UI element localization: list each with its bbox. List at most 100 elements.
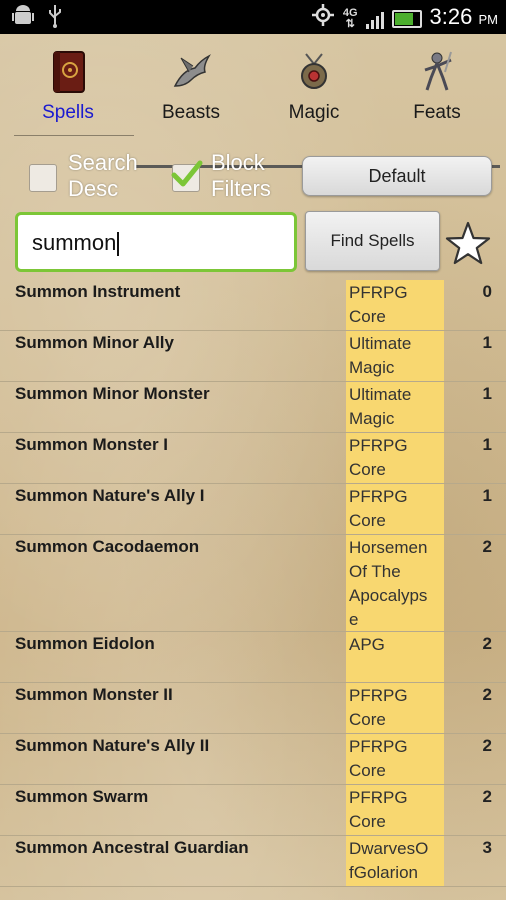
star-icon[interactable] bbox=[444, 220, 492, 268]
spell-source-line: Core bbox=[349, 460, 386, 479]
spellbook-icon bbox=[48, 50, 88, 94]
spell-source-line: Apocalyps bbox=[349, 586, 428, 605]
gps-icon bbox=[311, 3, 335, 34]
spell-level: 2 bbox=[482, 736, 492, 755]
spell-level: 1 bbox=[482, 333, 492, 352]
tab-beasts-label: Beasts bbox=[161, 102, 221, 123]
block-filters-label-line2: Filters bbox=[211, 176, 271, 201]
spell-source: DwarvesO fGolarion bbox=[346, 836, 444, 886]
spell-row[interactable]: Summon Cacodaemon Horsemen Of The Apocalyp… bbox=[0, 535, 506, 632]
spell-row[interactable]: Summon Nature's Ally II PFRPG Core 2 bbox=[0, 734, 506, 785]
search-input[interactable]: summon bbox=[15, 212, 297, 272]
tab-feats-label: Feats bbox=[413, 102, 461, 123]
spell-row[interactable]: Summon Swarm PFRPG Core 2 bbox=[0, 785, 506, 836]
spell-name: Summon Minor Monster bbox=[15, 384, 210, 403]
category-tabs: Spells Beasts Magic Feats bbox=[0, 36, 506, 168]
spell-source: APG bbox=[346, 632, 444, 682]
status-bar: 4G ⇅ 3:26 PM bbox=[0, 0, 506, 34]
network-type-label: 4G bbox=[342, 6, 358, 19]
spell-source-line: Core bbox=[349, 761, 386, 780]
spell-source: Ultimate Magic bbox=[346, 331, 444, 381]
spell-row[interactable]: Summon Monster II PFRPG Core 2 bbox=[0, 683, 506, 734]
spell-source: PFRPG Core bbox=[346, 734, 444, 784]
spell-level: 1 bbox=[482, 486, 492, 505]
spell-row[interactable]: Summon Nature's Ally I PFRPG Core 1 bbox=[0, 484, 506, 535]
spell-name: Summon Eidolon bbox=[15, 634, 155, 653]
spell-source: PFRPG Core bbox=[346, 280, 444, 330]
android-debug-icon bbox=[12, 4, 34, 35]
spell-source: PFRPG Core bbox=[346, 683, 444, 733]
tab-feats[interactable]: Feats bbox=[377, 36, 497, 132]
amulet-icon bbox=[294, 50, 334, 94]
spell-level: 2 bbox=[482, 787, 492, 806]
search-input-value: summon bbox=[32, 230, 120, 257]
block-filters-label-line1: Block bbox=[211, 150, 265, 175]
spell-source: Ultimate Magic bbox=[346, 382, 444, 432]
spell-source-line: Ultimate bbox=[349, 385, 412, 404]
spell-level: 0 bbox=[482, 282, 492, 301]
usb-icon bbox=[48, 4, 62, 35]
spell-source: Horsemen Of The Apocalyps e bbox=[346, 535, 444, 631]
spell-source-line: fGolarion bbox=[349, 863, 418, 882]
text-caret bbox=[117, 232, 120, 257]
spell-row[interactable]: Summon Ancestral Guardian DwarvesO fGolari… bbox=[0, 836, 506, 887]
spell-level: 1 bbox=[482, 384, 492, 403]
spell-level: 2 bbox=[482, 634, 492, 653]
spell-name: Summon Instrument bbox=[15, 282, 181, 301]
data-arrows-icon: ⇅ bbox=[345, 17, 355, 30]
clock: 3:26 PM bbox=[430, 2, 498, 35]
spell-source-line: Ultimate bbox=[349, 334, 412, 353]
signal-strength-icon bbox=[365, 9, 384, 29]
spell-source-line: Core bbox=[349, 307, 386, 326]
tab-magic[interactable]: Magic bbox=[254, 36, 374, 132]
spell-level: 2 bbox=[482, 685, 492, 704]
spell-source-line: e bbox=[349, 610, 359, 629]
spell-source-line: Core bbox=[349, 710, 386, 729]
spell-source: PFRPG Core bbox=[346, 484, 444, 534]
spell-source-line: PFRPG bbox=[349, 283, 408, 302]
spell-source-line: DwarvesO bbox=[349, 839, 429, 858]
spell-name: Summon Monster I bbox=[15, 435, 169, 454]
spell-row[interactable]: Summon Minor Monster Ultimate Magic 1 bbox=[0, 382, 506, 433]
search-desc-label-line1: Search bbox=[68, 150, 138, 175]
spell-name: Summon Ancestral Guardian bbox=[15, 838, 249, 857]
spell-results-list: Summon Instrument PFRPG Core 0 Summon Minor … bbox=[0, 280, 506, 887]
find-spells-button[interactable]: Find Spells bbox=[305, 211, 440, 271]
spell-source: PFRPG Core bbox=[346, 433, 444, 483]
spell-name: Summon Nature's Ally II bbox=[15, 736, 210, 755]
tab-magic-label: Magic bbox=[288, 102, 340, 123]
tab-beasts[interactable]: Beasts bbox=[131, 36, 251, 132]
spell-source-line: Core bbox=[349, 812, 386, 831]
search-desc-checkbox[interactable] bbox=[29, 164, 57, 192]
tab-spells[interactable]: Spells bbox=[8, 36, 128, 132]
spell-source-line: APG bbox=[349, 635, 385, 654]
spell-source: PFRPG Core bbox=[346, 785, 444, 835]
spell-source-line: Magic bbox=[349, 358, 395, 377]
spell-row[interactable]: Summon Instrument PFRPG Core 0 bbox=[0, 280, 506, 331]
block-filters-label: Block Filters bbox=[211, 150, 271, 202]
network-type-indicator: 4G ⇅ bbox=[342, 6, 358, 30]
spell-level: 1 bbox=[482, 435, 492, 454]
spell-source-line: PFRPG bbox=[349, 436, 408, 455]
spell-name: Summon Nature's Ally I bbox=[15, 486, 205, 505]
checkmark-icon bbox=[171, 160, 203, 187]
spell-source-line: Magic bbox=[349, 409, 395, 428]
spell-source-line: Of The bbox=[349, 562, 401, 581]
spell-name: Summon Cacodaemon bbox=[15, 537, 200, 556]
spell-source-line: Horsemen bbox=[349, 538, 428, 557]
spell-name: Summon Minor Ally bbox=[15, 333, 174, 352]
tab-divider-left bbox=[14, 135, 134, 136]
warrior-icon bbox=[417, 50, 457, 94]
default-button[interactable]: Default bbox=[302, 156, 492, 196]
battery-icon bbox=[391, 9, 422, 28]
clock-time: 3:26 bbox=[429, 4, 473, 29]
block-filters-checkbox[interactable] bbox=[171, 160, 203, 192]
search-input-text: summon bbox=[32, 230, 117, 255]
spell-row[interactable]: Summon Minor Ally Ultimate Magic 1 bbox=[0, 331, 506, 382]
spell-row[interactable]: Summon Eidolon APG 2 bbox=[0, 632, 506, 683]
clock-ampm: PM bbox=[478, 12, 499, 27]
spell-level: 3 bbox=[482, 838, 492, 857]
dragon-icon bbox=[171, 50, 211, 94]
search-desc-label: Search Desc bbox=[68, 150, 138, 202]
spell-row[interactable]: Summon Monster I PFRPG Core 1 bbox=[0, 433, 506, 484]
